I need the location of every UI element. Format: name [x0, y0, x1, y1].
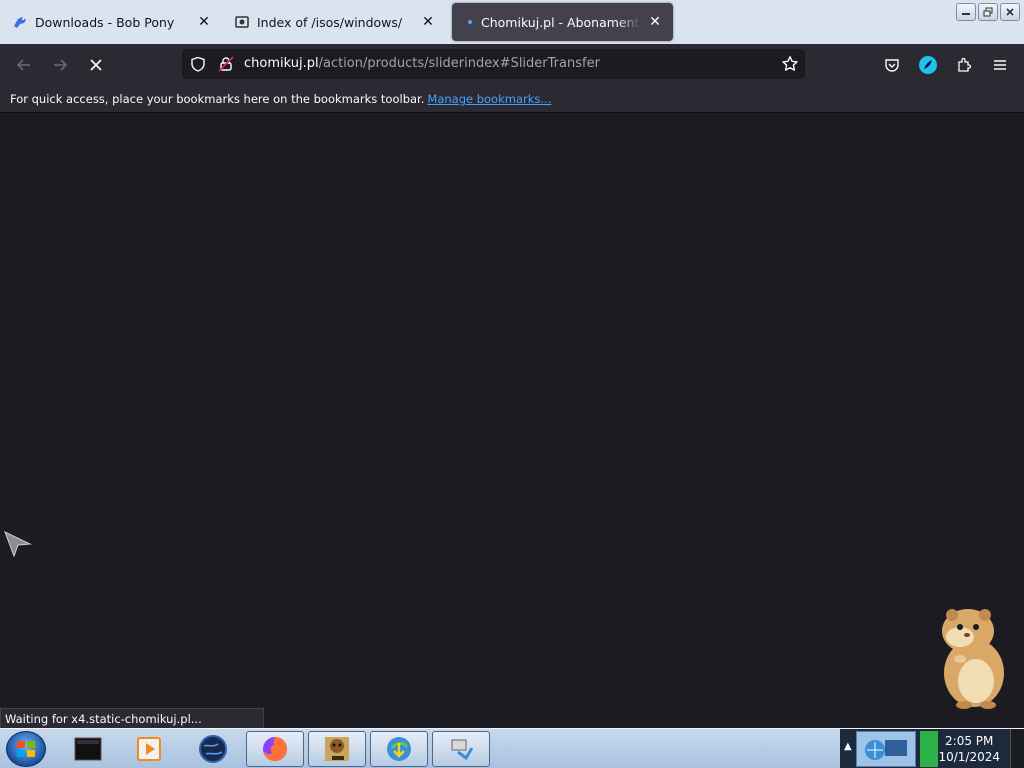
- menu-button[interactable]: [987, 52, 1013, 78]
- forward-button[interactable]: [47, 52, 73, 78]
- download-manager-icon: [387, 737, 411, 761]
- puzzle-icon: [958, 57, 972, 72]
- clock-time: 2:05 PM: [945, 734, 994, 748]
- insecure-lock-icon[interactable]: [218, 56, 234, 76]
- pocket-icon: [885, 59, 899, 72]
- hamster-desktop-pet[interactable]: [930, 603, 1010, 713]
- account-button[interactable]: [915, 52, 941, 78]
- minimize-window-button[interactable]: [956, 3, 976, 21]
- box-icon: [325, 737, 349, 761]
- navigation-toolbar: chomikuj.pl/action/products/sliderindex#…: [0, 44, 1024, 86]
- tab-title: Downloads - Bob Pony: [35, 14, 175, 30]
- forward-arrow-icon: [54, 59, 68, 71]
- taskbar-box[interactable]: [308, 731, 366, 767]
- clock[interactable]: 2:05 PM 10/1/2024: [938, 733, 1000, 765]
- taskbar-media-player[interactable]: [120, 731, 178, 767]
- mouse-cursor-icon: [4, 531, 32, 561]
- network-status-icon[interactable]: [920, 731, 938, 767]
- manage-bookmarks-link[interactable]: Manage bookmarks...: [427, 92, 551, 106]
- media-player-icon: [137, 737, 161, 761]
- taskbar: ▲ 2:05 PM 10/1/2024: [0, 728, 1024, 768]
- page-content[interactable]: [0, 113, 1024, 728]
- restore-window-button[interactable]: [978, 3, 998, 21]
- taskbar-download-manager[interactable]: [370, 731, 428, 767]
- bookmarks-toolbar: For quick access, place your bookmarks h…: [0, 86, 1024, 113]
- start-button[interactable]: [6, 731, 46, 767]
- shield-icon[interactable]: [190, 56, 206, 76]
- folder-favicon-icon: [234, 14, 250, 30]
- tab-chomikuj[interactable]: Chomikuj.pl - Abonamenty i Do ✕: [452, 3, 673, 41]
- clock-date: 10/1/2024: [938, 750, 1000, 764]
- url-text[interactable]: chomikuj.pl/action/products/sliderindex#…: [244, 56, 600, 71]
- taskbar-firefox[interactable]: [246, 731, 304, 767]
- taskbar-globe[interactable]: [184, 731, 242, 767]
- tab-title: Index of /isos/windows/: [257, 14, 403, 30]
- bookmark-star-icon[interactable]: [781, 55, 799, 77]
- account-avatar-icon: [919, 56, 937, 74]
- tab-downloads-bob-pony[interactable]: Downloads - Bob Pony ✕: [2, 3, 222, 41]
- globe-icon: [199, 735, 227, 763]
- close-tab-icon[interactable]: ✕: [647, 14, 663, 30]
- pocket-button[interactable]: [879, 52, 905, 78]
- show-desktop-button[interactable]: [1010, 729, 1024, 768]
- url-path: /action/products/sliderindex#SliderTrans…: [318, 56, 600, 71]
- system-tray: ▲ 2:05 PM 10/1/2024: [840, 729, 1024, 768]
- tab-strip: Downloads - Bob Pony ✕ Index of /isos/wi…: [0, 0, 1024, 44]
- back-arrow-icon: [16, 59, 30, 71]
- back-button[interactable]: [11, 52, 37, 78]
- close-tab-icon[interactable]: ✕: [420, 14, 436, 30]
- tray-expand-icon[interactable]: ▲: [844, 741, 852, 752]
- close-icon: [90, 59, 102, 71]
- tab-index-isos-windows[interactable]: Index of /isos/windows/ ✕: [224, 3, 446, 41]
- tray-app-icon[interactable]: [856, 731, 916, 767]
- stop-loading-button[interactable]: [83, 52, 109, 78]
- close-tab-icon[interactable]: ✕: [196, 14, 212, 30]
- bookmarks-toolbar-message: For quick access, place your bookmarks h…: [10, 92, 425, 106]
- network-icon: [451, 739, 474, 761]
- loading-indicator-icon: [468, 20, 472, 24]
- taskbar-network-tool[interactable]: [432, 731, 490, 767]
- url-bar[interactable]: chomikuj.pl/action/products/sliderindex#…: [182, 49, 805, 79]
- taskbar-terminal[interactable]: [60, 731, 118, 767]
- extensions-button[interactable]: [951, 52, 977, 78]
- terminal-icon: [74, 737, 102, 761]
- url-host: chomikuj.pl: [244, 56, 319, 71]
- firefox-icon: [263, 737, 287, 761]
- tab-title: Chomikuj.pl - Abonamenty i Do: [481, 14, 641, 30]
- bob-pony-favicon-icon: [12, 14, 28, 30]
- hamburger-menu-icon: [994, 60, 1006, 70]
- window-controls: [956, 3, 1020, 21]
- close-window-button[interactable]: [1000, 3, 1020, 21]
- status-panel: Waiting for x4.static-chomikuj.pl...: [0, 708, 264, 729]
- windows-logo-icon: [17, 741, 35, 757]
